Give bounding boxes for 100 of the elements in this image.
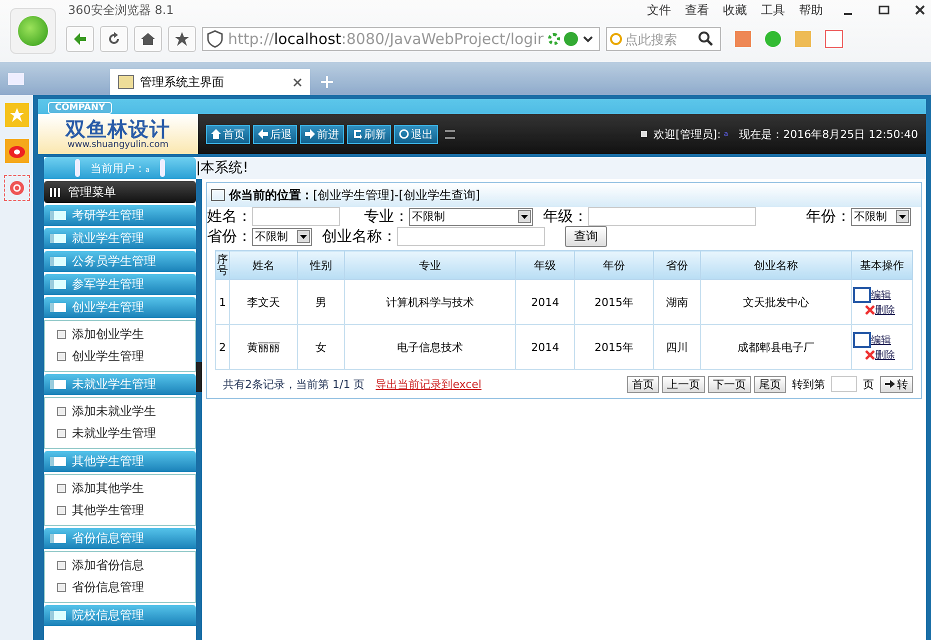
pager-button[interactable]: 首页 (627, 376, 659, 392)
table-cell: 文天批发中心 (700, 280, 852, 324)
menu-item[interactable]: 省份信息管理 (45, 576, 195, 598)
delete-link[interactable]: 删除 (875, 348, 895, 362)
menu-item[interactable]: 创业学生管理 (45, 345, 195, 367)
nav-button[interactable]: 首页 (206, 124, 250, 144)
nav-button[interactable]: 前进 (300, 124, 344, 144)
pager-button[interactable]: 尾页 (754, 376, 786, 392)
menu-group-title: 参军学生管理 (72, 276, 144, 293)
new-tab-icon[interactable] (320, 75, 334, 89)
refresh-button[interactable] (100, 26, 128, 52)
book-icon (50, 257, 66, 266)
pin-icon (75, 159, 80, 177)
column-header: 年份 (574, 250, 654, 280)
tab-title: 管理系统主界面 (140, 74, 224, 90)
back-button[interactable] (66, 26, 94, 52)
menu-item[interactable]: 查看 (685, 2, 709, 18)
nav-button[interactable]: 退出 (394, 124, 438, 144)
company-badge: COMPANY (48, 102, 112, 114)
page-icon (57, 352, 66, 360)
favorite-button[interactable] (168, 26, 196, 52)
close-tab-icon[interactable] (293, 78, 302, 86)
export-link[interactable]: 导出当前记录到excel (376, 376, 482, 392)
browser-tab[interactable]: 管理系统主界面 (110, 69, 310, 95)
table-cell: 李文天 (230, 280, 298, 324)
page-icon (57, 582, 66, 592)
menu-item[interactable]: 未就业学生管理 (45, 422, 195, 444)
menu-item[interactable]: 添加未就业学生 (45, 400, 195, 422)
query-button[interactable]: 查询 (565, 226, 607, 247)
nav-button[interactable]: 刷新 (347, 124, 391, 144)
select-field[interactable]: 不限制 (409, 208, 533, 226)
close-icon[interactable] (914, 4, 926, 16)
menu-item[interactable]: 文件 (647, 2, 671, 18)
table-cell: 湖南 (654, 280, 701, 324)
browser-title: 360安全浏览器 8.1 (68, 2, 174, 18)
edit-link[interactable]: 编辑 (871, 333, 891, 347)
text-field[interactable] (588, 207, 756, 226)
welcome-text: 欢迎[管理员]: (654, 126, 721, 142)
book-icon (50, 534, 66, 543)
menu-group-title: 就业学生管理 (72, 230, 144, 247)
search-field[interactable]: 点此搜索 (606, 27, 721, 51)
menu-group-title: 其他学生管理 (72, 453, 144, 470)
filter-label: 创业名称： (322, 227, 397, 246)
menu-item[interactable]: 收藏 (723, 2, 747, 18)
filter-label: 省份： (207, 227, 252, 246)
menu-group-title: 创业学生管理 (72, 299, 144, 316)
select-field[interactable]: 不限制 (252, 228, 312, 246)
menu-item[interactable]: 帮助 (799, 2, 823, 18)
filter-label: 年级： (543, 207, 588, 226)
column-header: 创业名称 (700, 250, 852, 280)
column-header: 基本操作 (852, 250, 912, 280)
logo-text: 双鱼林设计 (66, 118, 170, 140)
shield-icon (206, 30, 224, 48)
site-url: www.shuangyulin.com (68, 140, 168, 150)
nav-icon (305, 129, 315, 139)
pager-button[interactable]: 上一页 (662, 376, 705, 392)
menu-item[interactable]: 添加创业学生 (45, 323, 195, 345)
text-field[interactable] (397, 227, 545, 246)
menu-item[interactable]: 添加其他学生 (45, 477, 195, 499)
nav-icon (258, 129, 268, 139)
go-button[interactable]: 转 (880, 376, 913, 392)
page-number-field[interactable] (831, 376, 857, 392)
menu-group-title: 院校信息管理 (72, 607, 144, 624)
collapse-handle[interactable] (196, 362, 202, 392)
menu-item[interactable]: 工具 (761, 2, 785, 18)
sidebar-toggle-icon[interactable] (8, 73, 24, 85)
search-engine-icon (610, 33, 622, 45)
select-field[interactable]: 不限制 (851, 208, 911, 226)
column-header: 省份 (654, 250, 701, 280)
mail-icon[interactable] (4, 175, 30, 201)
page-icon (57, 428, 66, 438)
address-field[interactable]: http://localhost:8080/JavaWebProject/logir (202, 27, 600, 51)
book-icon (50, 611, 66, 620)
table-cell: 2015年 (574, 280, 654, 324)
maximize-icon[interactable] (878, 4, 890, 16)
grid-icon (50, 188, 62, 196)
page-icon (57, 506, 66, 514)
select-value: 不限制 (255, 229, 288, 244)
marquee-text: |本系统! (196, 157, 926, 179)
nav-button[interactable]: 后退 (253, 124, 297, 144)
table-cell: 电子信息技术 (344, 324, 516, 370)
menu-item[interactable]: 其他学生管理 (45, 499, 195, 521)
filter-label: 姓名： (207, 207, 252, 226)
menu-item[interactable]: 添加省份信息 (45, 554, 195, 576)
weibo-icon[interactable] (4, 139, 28, 163)
filter-label: 专业： (364, 207, 409, 226)
table-cell: 2 (216, 324, 230, 370)
delete-link[interactable]: 删除 (875, 303, 895, 317)
loading-icon (548, 33, 560, 45)
text-field[interactable] (252, 207, 340, 226)
table-cell: 2015年 (574, 324, 654, 370)
pager-button[interactable]: 下一页 (708, 376, 751, 392)
window-icon (211, 189, 225, 201)
table-cell: 2014 (516, 280, 574, 324)
menu-icon[interactable] (445, 130, 455, 138)
browser-logo-icon (10, 8, 56, 54)
edit-link[interactable]: 编辑 (871, 288, 891, 302)
select-value: 不限制 (854, 209, 887, 224)
page-icon (57, 484, 66, 492)
home-button[interactable] (134, 26, 162, 52)
